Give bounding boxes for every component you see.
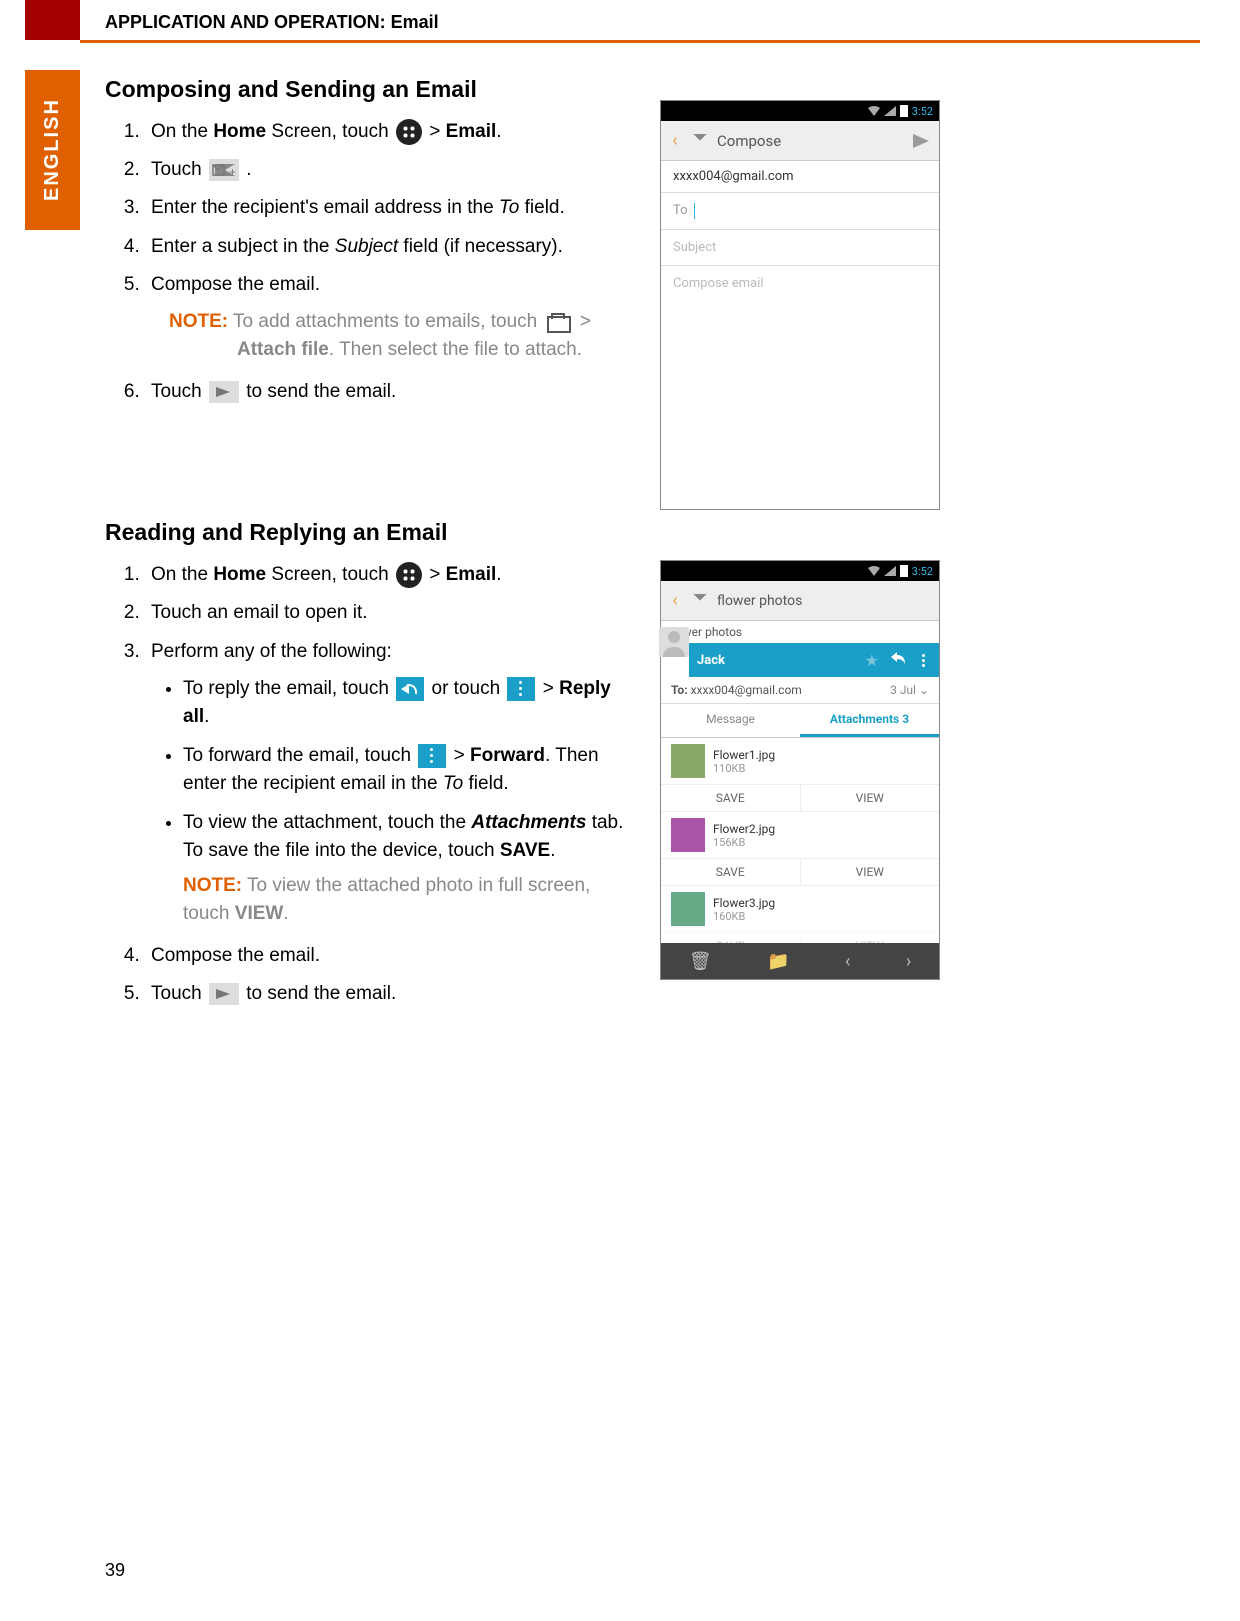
sender-name: Jack	[697, 653, 857, 668]
attachment-size: 156KB	[713, 836, 775, 849]
subject-line: flower photos	[661, 621, 939, 643]
compose-step-3: Enter the recipient's email address in t…	[145, 191, 635, 225]
battery-icon	[900, 565, 908, 577]
signal-icon	[884, 566, 896, 576]
reading-step-5: Touch to send the email.	[145, 977, 635, 1011]
attachment-item: Flower2.jpg 156KB SAVE VIEW	[661, 812, 939, 886]
bullet-attachment: To view the attachment, touch the Attach…	[183, 809, 635, 929]
status-time: 3:52	[912, 565, 933, 578]
reading-note: NOTE: To view the attached photo in full…	[183, 872, 635, 929]
attachment-list: Flower1.jpg 110KB SAVE VIEW Flower2.jpg …	[661, 738, 939, 960]
compose-new-icon: +	[209, 159, 239, 181]
status-bar: 3:52	[661, 101, 939, 121]
envelope-icon	[689, 134, 711, 148]
trash-icon[interactable]: 🗑	[689, 951, 712, 972]
language-side-tab: ENGLISH	[25, 70, 80, 230]
apps-icon	[396, 562, 422, 588]
send-button[interactable]	[903, 134, 939, 148]
action-bar: ‹ Compose	[661, 121, 939, 161]
envelope-icon	[689, 594, 711, 608]
signal-icon	[884, 106, 896, 116]
action-bar-title: Compose	[717, 132, 903, 150]
bullet-reply: To reply the email, touch or touch > Rep…	[183, 675, 635, 732]
prev-icon[interactable]: ‹	[845, 951, 850, 972]
save-button[interactable]: SAVE	[661, 785, 801, 811]
wifi-icon	[868, 105, 880, 117]
attachment-thumbnail	[671, 892, 705, 926]
bullet-forward: To forward the email, touch > Forward. T…	[183, 742, 635, 799]
attachment-thumbnail	[671, 744, 705, 778]
section-reading-heading: Reading and Replying an Email	[105, 519, 1005, 546]
subject-field[interactable]: Subject	[661, 230, 939, 266]
reading-step-3: Perform any of the following: To reply t…	[145, 635, 635, 929]
back-chevron-icon[interactable]: ‹	[661, 130, 689, 151]
next-icon[interactable]: ›	[906, 951, 911, 972]
reading-steps: On the Home Screen, touch > Email. Touch…	[105, 558, 635, 1011]
attachment-name: Flower1.jpg	[713, 748, 775, 762]
view-button[interactable]: VIEW	[801, 859, 940, 885]
attachment-thumbnail	[671, 818, 705, 852]
reply-icon	[396, 677, 424, 701]
action-bar: ‹ flower photos	[661, 581, 939, 621]
attach-folder-icon	[545, 312, 573, 332]
view-button[interactable]: VIEW	[801, 785, 940, 811]
send-icon	[913, 134, 929, 148]
folder-icon[interactable]: 📁	[767, 951, 789, 972]
svg-text:+: +	[229, 165, 236, 179]
attachment-size: 110KB	[713, 762, 775, 775]
attachment-item: Flower1.jpg 110KB SAVE VIEW	[661, 738, 939, 812]
bottom-toolbar: 🗑 📁 ‹ ›	[661, 943, 939, 979]
tab-attachments[interactable]: Attachments 3	[800, 704, 939, 737]
reading-step-2: Touch an email to open it.	[145, 596, 635, 630]
wifi-icon	[868, 565, 880, 577]
action-bar-title: flower photos	[717, 593, 939, 609]
overflow-icon	[418, 744, 446, 768]
tab-message[interactable]: Message	[661, 704, 800, 737]
message-tabs: Message Attachments 3	[661, 704, 939, 738]
reading-sub-bullets: To reply the email, touch or touch > Rep…	[151, 675, 635, 929]
top-corner-block	[25, 0, 80, 40]
compose-step-1: On the Home Screen, touch > Email.	[145, 115, 635, 149]
overflow-icon	[507, 677, 535, 701]
battery-icon	[900, 105, 908, 117]
send-icon	[209, 983, 239, 1005]
compose-step-5: Compose the email. NOTE: To add attachme…	[145, 268, 635, 365]
attachment-name: Flower2.jpg	[713, 822, 775, 836]
star-icon[interactable]: ★	[865, 651, 879, 670]
to-line: To: xxxx004@gmail.com 3 Jul ⌄	[661, 677, 939, 704]
reading-step-1: On the Home Screen, touch > Email.	[145, 558, 635, 592]
compose-step-4: Enter a subject in the Subject field (if…	[145, 230, 635, 264]
save-button[interactable]: SAVE	[661, 859, 801, 885]
sender-bar: Jack ★	[689, 643, 939, 677]
screenshot-reading: 3:52 ‹ flower photos flower photos Jack …	[660, 560, 940, 980]
compose-steps: On the Home Screen, touch > Email. Touch…	[105, 115, 635, 409]
to-field[interactable]: To	[661, 193, 939, 230]
apps-icon	[396, 119, 422, 145]
reply-icon[interactable]	[887, 651, 909, 669]
screenshot-compose: 3:52 ‹ Compose xxxx004@gmail.com To Subj…	[660, 100, 940, 510]
back-chevron-icon[interactable]: ‹	[661, 590, 689, 611]
header-rule	[80, 40, 1200, 43]
page-number: 39	[105, 1560, 125, 1581]
attachment-size: 160KB	[713, 910, 775, 923]
avatar	[659, 627, 689, 657]
from-field: xxxx004@gmail.com	[661, 161, 939, 193]
compose-note: NOTE: To add attachments to emails, touc…	[169, 308, 635, 365]
status-time: 3:52	[912, 105, 933, 118]
compose-step-2: Touch + .	[145, 153, 635, 187]
page-header: APPLICATION AND OPERATION: Email	[105, 12, 439, 33]
status-bar: 3:52	[661, 561, 939, 581]
attachment-name: Flower3.jpg	[713, 896, 775, 910]
compose-step-6: Touch to send the email.	[145, 375, 635, 409]
body-field[interactable]: Compose email	[661, 266, 939, 301]
reading-step-4: Compose the email.	[145, 939, 635, 973]
send-icon	[209, 381, 239, 403]
section-compose-heading: Composing and Sending an Email	[105, 76, 1005, 103]
